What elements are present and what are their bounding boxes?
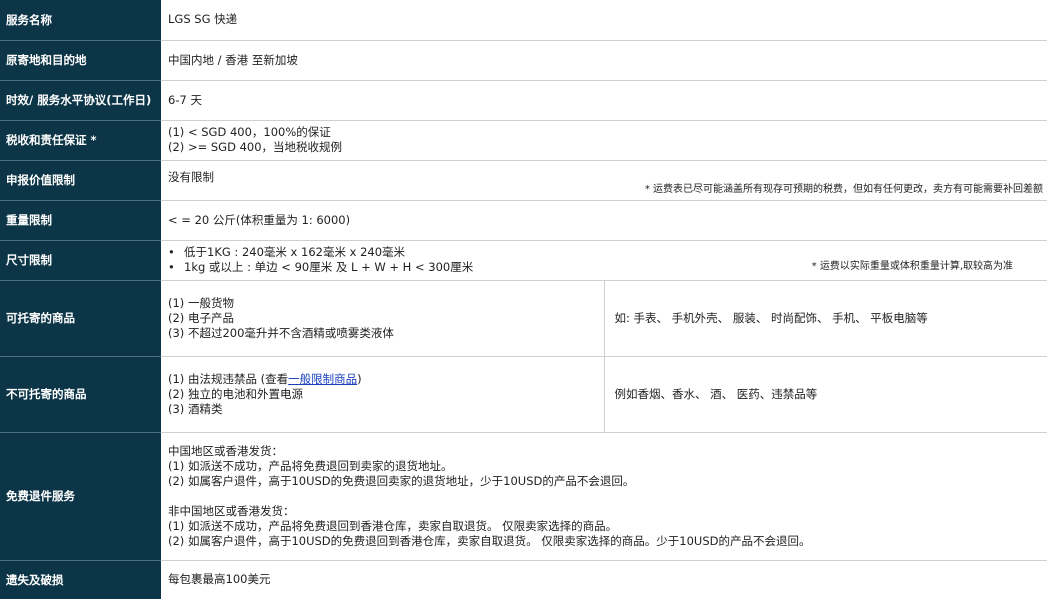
row-weight: 重量限制 < = 20 公斤(体积重量为 1: 6000) xyxy=(0,200,1047,241)
tax-line-2: (2) >= SGD 400，当地税收规例 xyxy=(168,140,343,154)
allowed-examples: 如: 手表、 手机外壳、 服装、 时尚配饰、 手机、 平板电脑等 xyxy=(604,280,1047,357)
value-weight: < = 20 公斤(体积重量为 1: 6000) xyxy=(161,200,1047,241)
returns-other-2: (2) 如属客户退件，高于10USD的免费退回到香港仓库，卖家自取退货。 仅限卖… xyxy=(168,533,811,548)
returns-other-title: 非中国地区或香港发货： xyxy=(168,503,295,518)
service-info-table: 服务名称 LGS SG 快递 原寄地和目的地 中国内地 / 香港 至新加坡 时效… xyxy=(0,0,1047,599)
row-sla: 时效/ 服务水平协议(工作日) 6-7 天 xyxy=(0,80,1047,121)
value-declared-value: 没有限制 * 运费表已尽可能涵盖所有现存可预期的税费，但如有任何更改，卖方有可能… xyxy=(161,160,1047,201)
row-allowed-items: 可托寄的商品 (1) 一般货物 (2) 电子产品 (3) 不超过200毫升并不含… xyxy=(0,280,1047,357)
tax-footnote: * 运费表已尽可能涵盖所有现存可预期的税费，但如有任何更改，卖方有可能需要补回差… xyxy=(644,183,1043,195)
value-sla: 6-7 天 xyxy=(161,80,1047,121)
tax-line-1: (1) < SGD 400，100%的保证 xyxy=(168,125,331,139)
value-route: 中国内地 / 香港 至新加坡 xyxy=(161,40,1047,81)
prohibited-item-3: (3) 酒精类 xyxy=(168,401,223,416)
row-loss-damage: 遗失及破损 每包裹最高100美元 xyxy=(0,560,1047,599)
value-size: 低于1KG : 240毫米 x 162毫米 x 240毫米 1kg 或以上 : … xyxy=(161,240,1047,281)
label-weight: 重量限制 xyxy=(0,200,161,241)
label-loss-damage: 遗失及破损 xyxy=(0,560,161,599)
returns-other-1: (1) 如派送不成功，产品将免费退回到香港仓库，卖家自取退货。 仅限卖家选择的商… xyxy=(168,518,618,533)
returns-cn-1: (1) 如派送不成功，产品将免费退回到卖家的退货地址。 xyxy=(168,458,453,473)
prohibited-item-2: (2) 独立的电池和外置电源 xyxy=(168,386,303,401)
row-route: 原寄地和目的地 中国内地 / 香港 至新加坡 xyxy=(0,40,1047,81)
allowed-item-1: (1) 一般货物 xyxy=(168,295,234,310)
prohibited-item-1: (1) 由法规违禁品 (查看一般限制商品) xyxy=(168,372,604,387)
value-loss-damage: 每包裹最高100美元 xyxy=(168,572,271,587)
row-tax: 税收和责任保证 * (1) < SGD 400，100%的保证 (2) >= S… xyxy=(0,120,1047,161)
label-sla: 时效/ 服务水平协议(工作日) xyxy=(0,80,161,121)
value-prohibited-items: (1) 由法规违禁品 (查看一般限制商品) (2) 独立的电池和外置电源 (3)… xyxy=(161,356,605,433)
label-allowed-items: 可托寄的商品 xyxy=(0,280,161,357)
row-returns: 免费退件服务 中国地区或香港发货： (1) 如派送不成功，产品将免费退回到卖家的… xyxy=(0,432,1047,561)
value-allowed-items: (1) 一般货物 (2) 电子产品 (3) 不超过200毫升并不含酒精或喷雾类液… xyxy=(161,280,605,357)
row-declared-value: 申报价值限制 没有限制 * 运费表已尽可能涵盖所有现存可预期的税费，但如有任何更… xyxy=(0,160,1047,201)
row-prohibited-items: 不可托寄的商品 (1) 由法规违禁品 (查看一般限制商品) (2) 独立的电池和… xyxy=(0,356,1047,433)
returns-spacer xyxy=(168,489,1047,504)
row-service-name: 服务名称 LGS SG 快递 xyxy=(0,0,1047,41)
value-tax: (1) < SGD 400，100%的保证 (2) >= SGD 400，当地税… xyxy=(161,120,1047,161)
restricted-items-link[interactable]: 一般限制商品 xyxy=(288,372,357,386)
returns-cn-title: 中国地区或香港发货： xyxy=(168,443,283,458)
label-size: 尺寸限制 xyxy=(0,240,161,281)
row-size: 尺寸限制 低于1KG : 240毫米 x 162毫米 x 240毫米 1kg 或… xyxy=(0,240,1047,281)
returns-cn-2: (2) 如属客户退件，高于10USD的免费退回卖家的退货地址，少于10USD的产… xyxy=(168,473,635,488)
label-route: 原寄地和目的地 xyxy=(0,40,161,81)
label-tax: 税收和责任保证 * xyxy=(0,120,161,161)
label-service-name: 服务名称 xyxy=(0,0,161,41)
value-service-name: LGS SG 快递 xyxy=(161,0,1047,41)
allowed-item-3: (3) 不超过200毫升并不含酒精或喷雾类液体 xyxy=(168,325,394,340)
label-prohibited-items: 不可托寄的商品 xyxy=(0,356,161,433)
prohibited-item-1-suffix: ) xyxy=(357,371,362,386)
weight-footnote: * 运费以实际重量或体积重量计算,取较高为准 xyxy=(811,260,1013,272)
allowed-item-2: (2) 电子产品 xyxy=(168,310,234,325)
prohibited-item-1-text: (1) 由法规违禁品 (查看 xyxy=(168,371,289,386)
value-returns: 中国地区或香港发货： (1) 如派送不成功，产品将免费退回到卖家的退货地址。 (… xyxy=(161,432,1047,561)
prohibited-examples: 例如香烟、香水、 酒、 医药、违禁品等 xyxy=(604,356,1047,433)
label-declared-value: 申报价值限制 xyxy=(0,160,161,201)
label-returns: 免费退件服务 xyxy=(0,432,161,561)
